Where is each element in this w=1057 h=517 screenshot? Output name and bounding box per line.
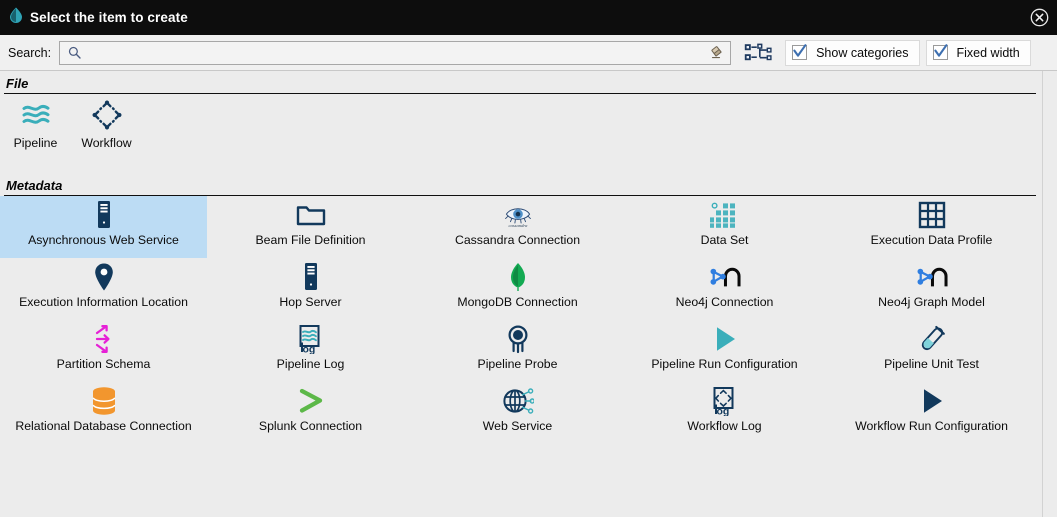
magnifier-icon xyxy=(60,46,88,59)
database-cylinder-icon xyxy=(88,385,120,417)
item-label: Pipeline Run Configuration xyxy=(651,357,797,371)
item-label: Beam File Definition xyxy=(255,233,365,247)
item-cassandra-connection[interactable]: cassandra Cassandra Connection xyxy=(414,196,621,258)
item-label: Pipeline Probe xyxy=(478,357,558,371)
item-neo4j-graph-model[interactable]: Neo4j Graph Model xyxy=(828,258,1035,320)
item-chooser-scroll-content: File Pipeline xyxy=(0,71,1042,517)
item-neo4j-connection[interactable]: Neo4j Connection xyxy=(621,258,828,320)
item-row: Partition Schema og xyxy=(0,320,1036,382)
close-icon[interactable] xyxy=(1027,6,1051,30)
item-label: Pipeline xyxy=(14,136,58,150)
pipeline-waves-icon xyxy=(19,99,53,131)
item-partition-schema[interactable]: Partition Schema xyxy=(0,320,207,382)
item-label: Workflow Run Configuration xyxy=(855,419,1008,433)
search-input[interactable] xyxy=(88,42,704,64)
pipeline-log-doc-icon: og xyxy=(295,323,327,355)
item-label: Web Service xyxy=(483,419,552,433)
svg-text:cassandra: cassandra xyxy=(508,223,528,228)
cassandra-eye-icon: cassandra xyxy=(502,199,534,231)
table-grid-icon xyxy=(916,199,948,231)
item-label: Hop Server xyxy=(279,295,341,309)
item-label: Partition Schema xyxy=(57,357,151,371)
neo4j-icon xyxy=(916,261,948,293)
item-pipeline[interactable]: Pipeline xyxy=(0,94,71,157)
probe-icon xyxy=(502,323,534,355)
item-pipeline-unit-test[interactable]: Pipeline Unit Test xyxy=(828,320,1035,382)
item-row: Execution Information Location xyxy=(0,258,1036,320)
item-label: Workflow Log xyxy=(687,419,761,433)
mongodb-leaf-icon xyxy=(502,261,534,293)
file-item-row: Pipeline xyxy=(0,94,1042,157)
search-toolbar: Search: xyxy=(0,35,1057,71)
item-label: Cassandra Connection xyxy=(455,233,580,247)
item-label: Data Set xyxy=(701,233,749,247)
item-row: Asynchronous Web Service Beam File Defin… xyxy=(0,196,1036,258)
folder-icon xyxy=(295,199,327,231)
server-tower-icon xyxy=(295,261,327,293)
item-relational-database-connection[interactable]: Relational Database Connection xyxy=(0,382,207,444)
item-asynchronous-web-service[interactable]: Asynchronous Web Service xyxy=(0,196,207,258)
item-label: Workflow xyxy=(81,136,131,150)
workflow-log-doc-icon: og xyxy=(709,385,741,417)
checkbox-box[interactable] xyxy=(792,45,807,60)
item-pipeline-run-configuration[interactable]: Pipeline Run Configuration xyxy=(621,320,828,382)
item-workflow[interactable]: Workflow xyxy=(71,94,142,157)
item-data-set[interactable]: Data Set xyxy=(621,196,828,258)
play-triangle-navy-icon xyxy=(916,385,948,417)
play-triangle-teal-icon xyxy=(709,323,741,355)
category-header-metadata: Metadata xyxy=(0,173,1042,195)
workflow-diamond-icon xyxy=(90,99,124,131)
partition-arrows-icon xyxy=(88,323,120,355)
metadata-item-grid: Asynchronous Web Service Beam File Defin… xyxy=(0,196,1042,444)
item-pipeline-log[interactable]: og Pipeline Log xyxy=(207,320,414,382)
item-workflow-run-configuration[interactable]: Workflow Run Configuration xyxy=(828,382,1035,444)
item-beam-file-definition[interactable]: Beam File Definition xyxy=(207,196,414,258)
item-workflow-log[interactable]: og Workflow Log xyxy=(621,382,828,444)
search-field-wrapper[interactable] xyxy=(59,41,731,65)
globe-network-icon xyxy=(502,385,534,417)
section-spacer xyxy=(0,157,1042,173)
search-label: Search: xyxy=(4,46,59,60)
item-chooser-panel: File Pipeline xyxy=(0,71,1057,517)
test-tube-icon xyxy=(916,323,948,355)
item-label: MongoDB Connection xyxy=(457,295,577,309)
splunk-chevron-icon xyxy=(295,385,327,417)
item-row: Relational Database Connection Splunk Co… xyxy=(0,382,1036,444)
window-title: Select the item to create xyxy=(30,10,188,25)
item-execution-information-location[interactable]: Execution Information Location xyxy=(0,258,207,320)
neo4j-icon xyxy=(709,261,741,293)
item-label: Asynchronous Web Service xyxy=(28,233,179,247)
checkbox-box[interactable] xyxy=(933,45,948,60)
item-execution-data-profile[interactable]: Execution Data Profile xyxy=(828,196,1035,258)
vertical-scrollbar[interactable] xyxy=(1042,71,1057,517)
svg-text:og: og xyxy=(716,405,729,416)
item-label: Pipeline Log xyxy=(277,357,345,371)
category-header-file: File xyxy=(0,71,1042,93)
item-label: Execution Data Profile xyxy=(871,233,993,247)
window-titlebar: Select the item to create xyxy=(0,0,1057,35)
show-categories-label: Show categories xyxy=(816,46,908,60)
item-label: Pipeline Unit Test xyxy=(884,357,979,371)
hop-droplet-icon xyxy=(9,7,23,28)
server-tower-icon xyxy=(88,199,120,231)
dataset-grid-icon xyxy=(709,199,741,231)
item-label: Execution Information Location xyxy=(19,295,188,309)
fixed-width-checkbox[interactable]: Fixed width xyxy=(926,40,1031,66)
svg-text:og: og xyxy=(302,343,315,354)
map-pin-icon xyxy=(88,261,120,293)
item-hop-server[interactable]: Hop Server xyxy=(207,258,414,320)
item-pipeline-probe[interactable]: Pipeline Probe xyxy=(414,320,621,382)
fixed-width-label: Fixed width xyxy=(957,46,1020,60)
show-categories-checkbox[interactable]: Show categories xyxy=(785,40,919,66)
hierarchy-tree-icon[interactable] xyxy=(739,40,779,66)
titlebar-left-group: Select the item to create xyxy=(0,7,188,28)
item-label: Splunk Connection xyxy=(259,419,362,433)
item-mongodb-connection[interactable]: MongoDB Connection xyxy=(414,258,621,320)
item-splunk-connection[interactable]: Splunk Connection xyxy=(207,382,414,444)
item-label: Neo4j Graph Model xyxy=(878,295,985,309)
item-web-service[interactable]: Web Service xyxy=(414,382,621,444)
item-label: Relational Database Connection xyxy=(15,419,191,433)
eraser-icon[interactable] xyxy=(704,45,730,60)
item-label: Neo4j Connection xyxy=(676,295,774,309)
